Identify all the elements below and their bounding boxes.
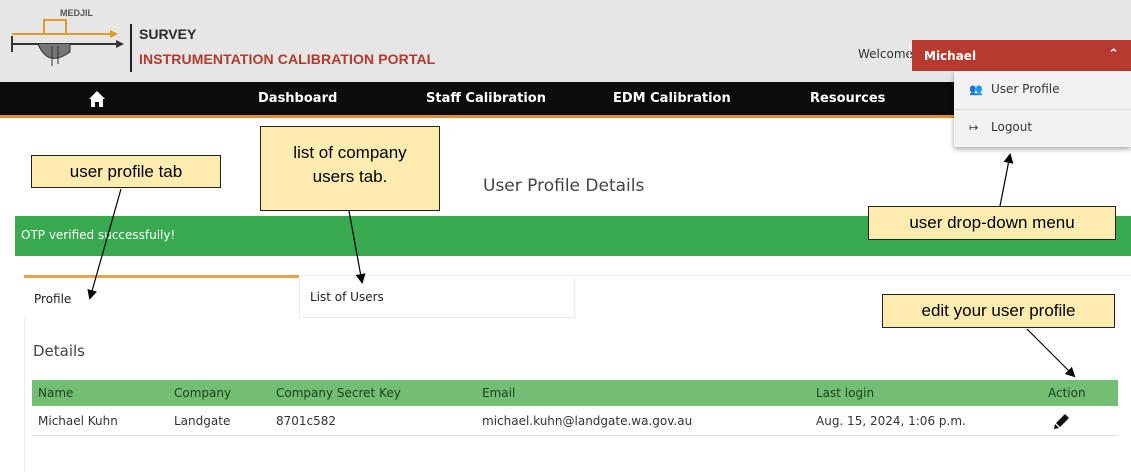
- column-header-secret-key: Company Secret Key: [276, 386, 401, 400]
- nav-dashboard[interactable]: Dashboard: [258, 91, 337, 106]
- logo-text: MEDJIL: [60, 8, 94, 18]
- welcome-label: Welcome: [858, 47, 913, 61]
- nav-staff-calibration[interactable]: Staff Calibration: [426, 91, 546, 106]
- menu-item-logout[interactable]: ↦ Logout: [954, 109, 1131, 147]
- cell-email: michael.kuhn@landgate.wa.gov.au: [482, 414, 693, 428]
- home-icon[interactable]: [88, 90, 106, 108]
- cell-secret-key: 8701c582: [276, 414, 337, 428]
- app-header: MEDJIL SURVEY INSTRUMENTATION CALIBRATIO…: [0, 0, 1131, 82]
- annotation-dropdown: user drop-down menu: [868, 206, 1116, 240]
- pencil-icon[interactable]: [1054, 413, 1070, 429]
- annotation-profile-tab: user profile tab: [31, 155, 221, 188]
- menu-item-label: User Profile: [991, 82, 1060, 96]
- column-header-action: Action: [1048, 386, 1086, 400]
- column-header-email: Email: [482, 386, 516, 400]
- cell-last-login: Aug. 15, 2024, 1:06 p.m.: [816, 414, 966, 428]
- welcome-divider: [909, 44, 910, 64]
- nav-resources[interactable]: Resources: [810, 91, 885, 106]
- tab-profile[interactable]: Profile: [24, 275, 299, 318]
- column-header-name: Name: [38, 386, 74, 400]
- annotation-users-tab: list of company users tab.: [260, 126, 440, 211]
- chevron-up-icon: ⌃: [1108, 47, 1119, 62]
- cell-company: Landgate: [174, 414, 231, 428]
- users-icon: 👥: [969, 83, 983, 96]
- cell-name: Michael Kuhn: [38, 414, 118, 428]
- annotation-users-tab-line2: users tab.: [312, 167, 388, 186]
- annotation-edit-profile: edit your user profile: [882, 294, 1115, 328]
- menu-item-label: Logout: [991, 120, 1033, 134]
- details-heading: Details: [33, 342, 86, 360]
- tab-list-of-users[interactable]: List of Users: [299, 277, 575, 318]
- brand-divider: [130, 24, 132, 72]
- menu-item-user-profile[interactable]: 👥 User Profile: [954, 71, 1131, 109]
- user-name: Michael: [924, 49, 977, 63]
- page-title: User Profile Details: [483, 176, 645, 196]
- details-table-header: Name Company Company Secret Key Email La…: [32, 380, 1118, 406]
- brand-title: SURVEY: [139, 26, 197, 42]
- column-header-company: Company: [174, 386, 232, 400]
- table-row: Michael Kuhn Landgate 8701c582 michael.k…: [32, 406, 1118, 436]
- annotation-users-tab-line1: list of company: [293, 143, 407, 162]
- arrow-to-dropdown: [999, 153, 1014, 207]
- column-header-last-login: Last login: [816, 386, 875, 400]
- nav-edm-calibration[interactable]: EDM Calibration: [613, 91, 731, 106]
- user-menu-toggle[interactable]: Michael ⌃: [912, 40, 1131, 71]
- logout-icon: ↦: [969, 121, 979, 134]
- user-dropdown-menu: 👥 User Profile ↦ Logout: [954, 71, 1131, 147]
- brand-subtitle: INSTRUMENTATION CALIBRATION PORTAL: [139, 51, 436, 67]
